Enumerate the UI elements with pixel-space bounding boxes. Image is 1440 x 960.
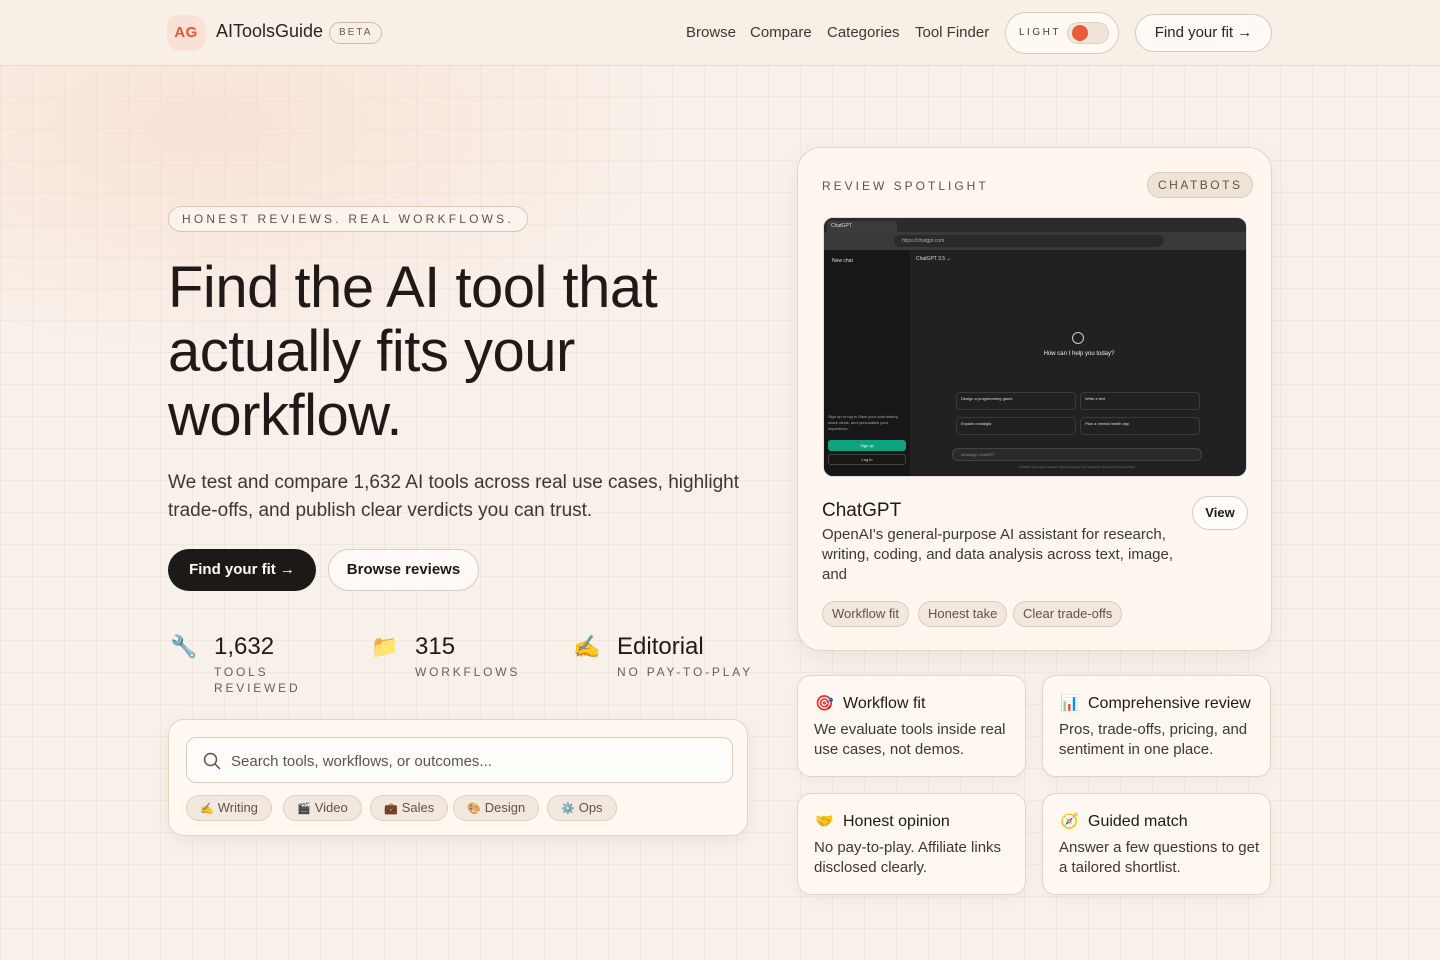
- site-header: AG AIToolsGuide BETA Browse Compare Cate…: [0, 0, 1440, 66]
- stat-value: 315: [415, 633, 456, 660]
- stat-label: TOOLS REVIEWED: [214, 665, 301, 695]
- browser-urlbar: https://chatgpt.com: [824, 232, 1246, 250]
- compass-icon: 🧭: [1060, 813, 1079, 830]
- stat-label: NO PAY-TO-PLAY: [617, 665, 753, 679]
- review-spotlight-card: REVIEW SPOTLIGHT CHATBOTS ChatGPT https:…: [797, 147, 1272, 651]
- feature-card-workflow-fit: 🎯 Workflow fit We evaluate tools inside …: [797, 675, 1026, 777]
- chip-writing[interactable]: ✍️ Writing: [186, 795, 272, 821]
- feature-title: Honest opinion: [843, 813, 950, 830]
- feature-title: Workflow fit: [843, 695, 926, 712]
- wrench-icon: 🔧: [170, 634, 198, 659]
- nav-categories[interactable]: Categories: [827, 24, 900, 41]
- chip-label: Writing: [217, 800, 258, 815]
- target-icon: 🎯: [815, 695, 834, 712]
- search-icon: [203, 752, 221, 770]
- suggestion-card: Write a text: [1080, 392, 1200, 410]
- feature-description: Answer a few questions to get a tailored…: [1059, 839, 1260, 876]
- chip-label: Sales: [401, 800, 435, 815]
- screenshot-prompt: How can I help you today?: [1043, 351, 1115, 357]
- tag-workflow-fit: Workflow fit: [822, 601, 909, 627]
- writing-icon: ✍️: [200, 803, 214, 815]
- suggestion-card: Explain nostalgia: [956, 417, 1076, 435]
- suggestion-card: Design a programming game: [956, 392, 1076, 410]
- suggestion-text: Plan a mental health day: [1085, 421, 1130, 426]
- handshake-icon: 🤝: [815, 813, 834, 830]
- bar-chart-icon: 📊: [1060, 695, 1079, 712]
- tool-name[interactable]: ChatGPT: [822, 500, 901, 522]
- signup-button: Sign up: [828, 440, 906, 451]
- model-selector: ChatGPT 3.5 ⌄: [916, 256, 951, 262]
- writing-hand-icon: ✍️: [573, 634, 601, 659]
- search-card: ✍️Writing 🎬Video 💼Sales 🎨Design ⚙️Ops: [168, 719, 748, 836]
- stat-value: 1,632: [214, 633, 275, 660]
- browser-tab: ChatGPT: [827, 221, 897, 232]
- chip-label: Design: [484, 800, 526, 815]
- palette-icon: 🎨: [467, 803, 481, 815]
- nav-compare[interactable]: Compare: [750, 24, 812, 41]
- chip-ops[interactable]: ⚙️ Ops: [547, 795, 617, 821]
- logo-icon[interactable]: AG: [167, 15, 205, 51]
- chip-label: Ops: [578, 800, 603, 815]
- feature-card-honest-opinion: 🤝 Honest opinion No pay-to-play. Affilia…: [797, 793, 1026, 895]
- browser-tabbar: ChatGPT: [824, 218, 1246, 232]
- theme-toggle[interactable]: LIGHT: [1005, 12, 1119, 54]
- feature-card-comprehensive-review: 📊 Comprehensive review Pros, trade-offs,…: [1042, 675, 1271, 777]
- tag-honest-take: Honest take: [918, 601, 1008, 627]
- chip-design[interactable]: 🎨 Design: [453, 795, 540, 821]
- feature-description: We evaluate tools inside real use cases,…: [814, 721, 1006, 758]
- switch-knob: [1072, 25, 1088, 41]
- message-input: Message ChatGPT: [952, 448, 1202, 461]
- beta-badge: BETA: [329, 22, 383, 44]
- hero-eyebrow: HONEST REVIEWS. REAL WORKFLOWS.: [168, 206, 528, 232]
- theme-label: LIGHT: [1019, 27, 1061, 38]
- nav-browse[interactable]: Browse: [686, 24, 736, 41]
- browser-url: https://chatgpt.com: [894, 235, 1164, 247]
- spotlight-eyebrow: REVIEW SPOTLIGHT: [822, 179, 989, 193]
- signup-text: Sign up or log in Save your chat history…: [828, 414, 899, 431]
- new-chat-label: New chat: [832, 258, 853, 264]
- brand-name[interactable]: AIToolsGuide: [216, 21, 323, 42]
- chip-video[interactable]: 🎬 Video: [283, 795, 362, 821]
- tag-clear-trade-offs: Clear trade-offs: [1013, 601, 1123, 627]
- stat-label: WORKFLOWS: [415, 665, 521, 679]
- suggestion-text: Design a programming game: [961, 396, 1013, 401]
- folder-icon: 📁: [371, 634, 399, 659]
- clapper-icon: 🎬: [297, 803, 311, 815]
- feature-description: No pay-to-play. Affiliate links disclose…: [814, 839, 1002, 876]
- feature-title: Comprehensive review: [1088, 695, 1251, 712]
- gear-icon: ⚙️: [561, 803, 575, 815]
- openai-logo-icon: [1072, 332, 1084, 344]
- login-button: Log in: [828, 454, 906, 465]
- nav-tool-finder[interactable]: Tool Finder: [915, 24, 989, 41]
- hero-title: Find the AI tool that actually fits your…: [168, 255, 658, 448]
- tool-screenshot[interactable]: ChatGPT https://chatgpt.com New chat Sig…: [823, 217, 1247, 477]
- stat-value: Editorial: [617, 633, 704, 660]
- chip-label: Video: [314, 800, 348, 815]
- search-box[interactable]: [186, 737, 733, 783]
- feature-card-guided-match: 🧭 Guided match Answer a few questions to…: [1042, 793, 1271, 895]
- briefcase-icon: 💼: [384, 803, 398, 815]
- theme-switch[interactable]: [1067, 22, 1109, 44]
- feature-title: Guided match: [1088, 813, 1188, 830]
- view-button[interactable]: View: [1192, 496, 1248, 530]
- feature-description: Pros, trade-offs, pricing, and sentiment…: [1059, 721, 1248, 758]
- chip-sales[interactable]: 💼 Sales: [370, 795, 449, 821]
- screenshot-sidebar: New chat Sign up or log in Save your cha…: [824, 250, 910, 476]
- find-your-fit-button[interactable]: Find your fit →: [168, 549, 316, 591]
- suggestion-card: Plan a mental health day: [1080, 417, 1200, 435]
- suggestion-text: Write a text: [1085, 396, 1106, 401]
- hero-subtitle: We test and compare 1,632 AI tools acros…: [168, 472, 740, 521]
- tool-description: OpenAI's general-purpose AI assistant fo…: [822, 526, 1174, 583]
- header-cta-button[interactable]: Find your fit →: [1135, 14, 1272, 52]
- category-badge[interactable]: CHATBOTS: [1147, 172, 1254, 198]
- browse-reviews-button[interactable]: Browse reviews: [328, 549, 479, 591]
- search-input[interactable]: [231, 747, 721, 775]
- screenshot-footer: ChatGPT can make mistakes. Check importa…: [1018, 465, 1136, 469]
- suggestion-text: Explain nostalgia: [961, 421, 992, 426]
